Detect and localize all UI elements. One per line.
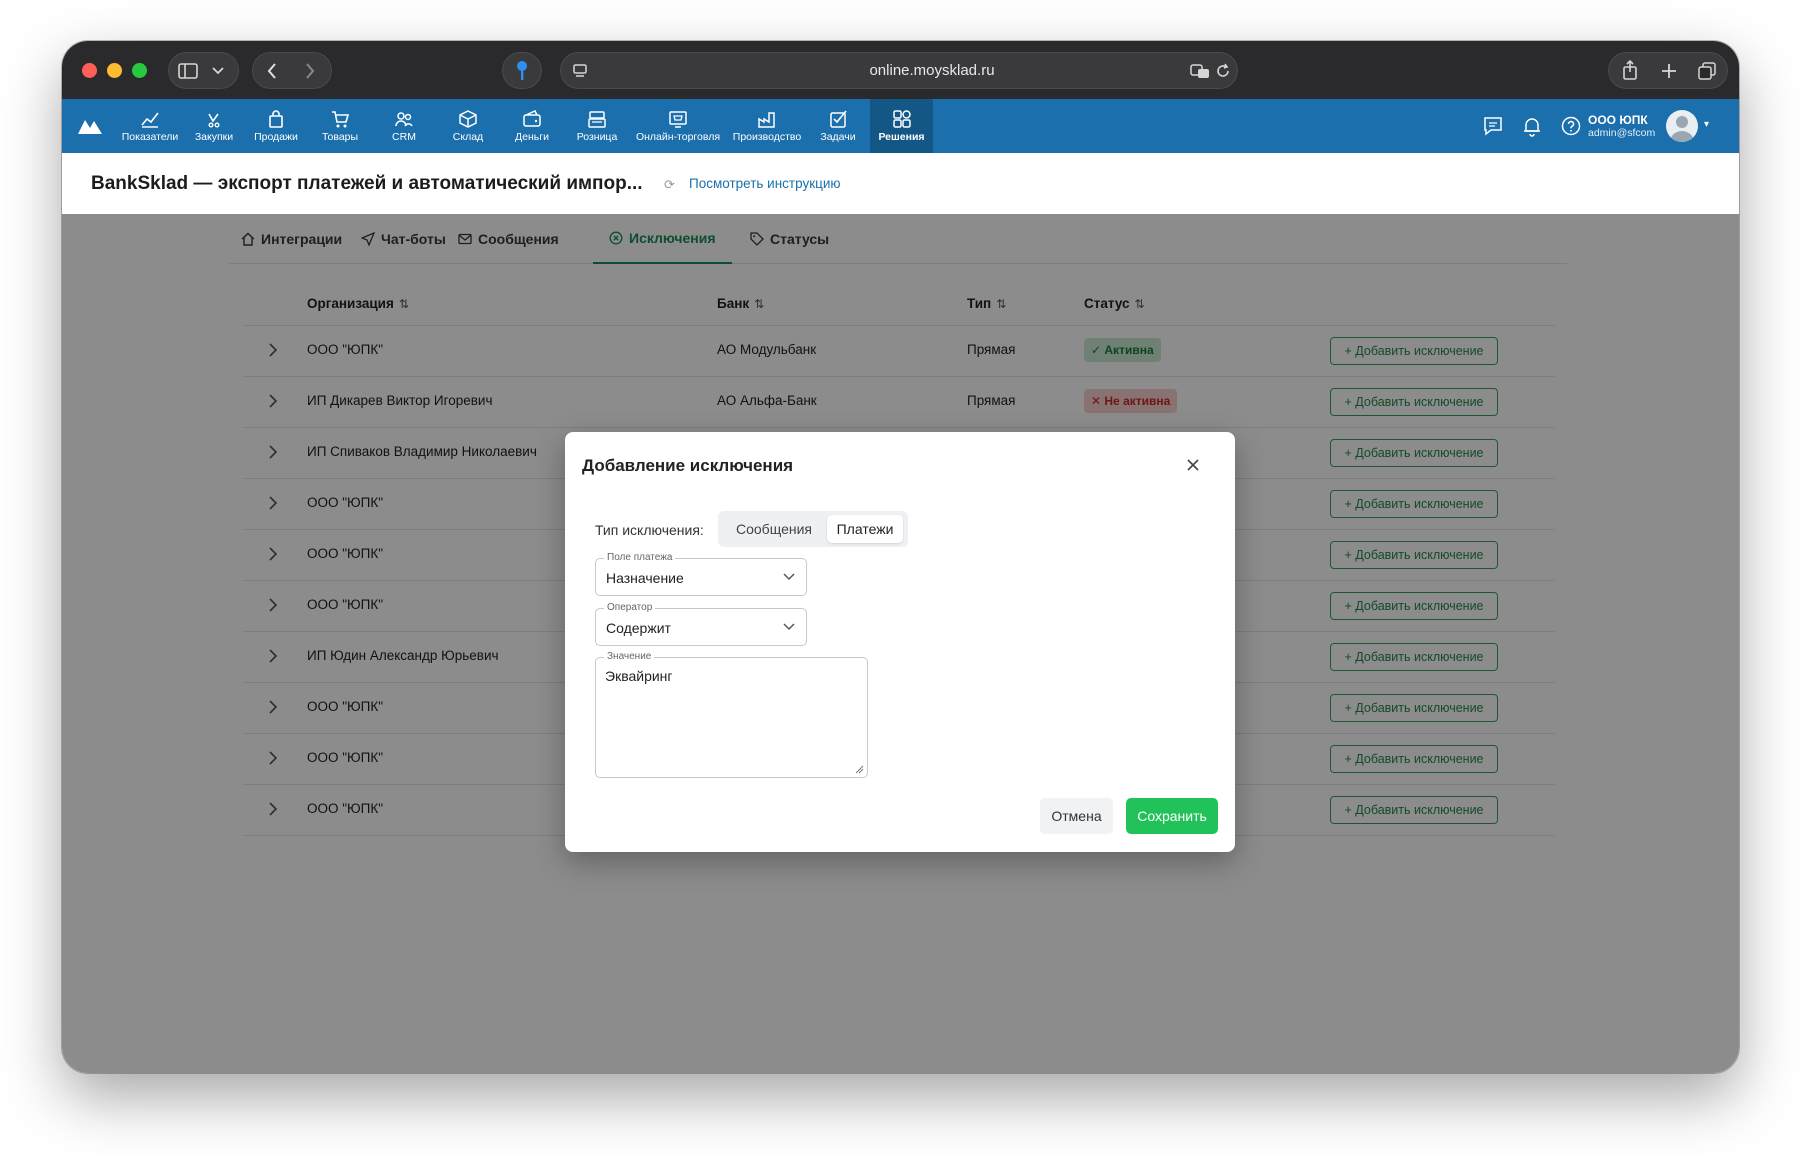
nav-item-warehouse[interactable]: Склад [438,99,498,153]
bag-icon [208,113,220,128]
payment-field-select[interactable]: Поле платежа Назначение [595,552,807,596]
tab-overview-icon[interactable] [1695,59,1719,83]
exception-type-messages-option[interactable]: Сообщения [724,515,824,543]
field-value: Назначение [606,570,684,586]
exception-type-label: Тип исключения: [595,522,704,538]
box-icon [459,110,477,128]
chat-icon[interactable] [1481,114,1505,138]
resize-grip-icon[interactable] [854,764,864,774]
checkbox-icon [830,110,847,128]
page-header: BankSklad — экспорт платежей и автоматич… [62,153,1739,214]
org-name[interactable]: ООО ЮПК [1588,113,1648,127]
browser-toolbar: online.moysklad.ru [62,41,1739,99]
field-label: Поле платежа [604,552,676,563]
nav-label: Деньги [515,131,549,143]
new-tab-icon[interactable] [1657,59,1681,83]
cart-icon [332,111,350,128]
moysklad-logo[interactable] [76,112,104,140]
cancel-button[interactable]: Отмена [1040,798,1113,834]
page-title: BankSklad — экспорт платежей и автоматич… [91,173,643,194]
app-nav-bar: Показатели Закупки Продажи Товары CRM Ск… [62,99,1739,153]
org-email[interactable]: admin@sfcom [1588,127,1655,139]
nav-item-crm[interactable]: CRM [374,99,434,153]
chevron-down-icon [783,623,795,631]
chevron-down-icon[interactable] [208,63,228,79]
nav-label: Задачи [820,131,856,143]
close-window-button[interactable] [82,63,97,78]
field-label: Значение [604,651,655,662]
nav-item-purchases[interactable]: Закупки [186,99,242,153]
shopping-bag-icon [269,110,283,128]
forward-arrow-icon[interactable] [298,60,322,82]
dialog-title: Добавление исключения [582,456,794,475]
add-exception-dialog: Добавление исключения Тип исключения: Со… [565,432,1235,852]
nav-item-online-trade[interactable]: Онлайн-торговля [632,99,724,153]
nav-label: Розница [576,131,618,143]
exception-type-payments-option[interactable]: Платежи [827,515,903,543]
share-icon[interactable] [1618,58,1642,82]
online-store-icon [669,111,687,128]
save-button[interactable]: Сохранить [1126,798,1218,834]
value-field: Значение Эквайринг [595,651,868,778]
cash-register-icon [588,111,606,128]
bell-icon[interactable] [1520,114,1544,138]
nav-label: Онлайн-торговля [635,131,721,143]
help-icon[interactable] [1559,114,1583,138]
caret-down-icon[interactable]: ▾ [1704,119,1709,130]
reload-icon[interactable] [1213,60,1233,82]
nav-label: Продажи [254,131,298,143]
avatar[interactable] [1666,110,1698,142]
nav-label: Решения [878,131,925,143]
exception-type-toggle: Сообщения Платежи [718,511,908,547]
refresh-icon[interactable]: ⟳ [664,177,675,193]
nav-item-goods[interactable]: Товары [310,99,370,153]
nav-item-sales[interactable]: Продажи [246,99,306,153]
nav-label: Товары [321,131,359,143]
nav-item-tasks[interactable]: Задачи [810,99,866,153]
nav-item-retail[interactable]: Розница [566,99,628,153]
nav-label: Склад [452,131,484,143]
nav-item-production[interactable]: Производство [728,99,806,153]
chart-line-icon [141,112,159,128]
field-value: Содержит [606,620,671,636]
close-icon[interactable] [1184,456,1202,474]
zoom-window-button[interactable] [132,63,147,78]
field-label: Оператор [604,602,656,613]
browser-window: online.moysklad.ru Показатели Закупки Пр… [62,41,1739,1073]
back-arrow-icon[interactable] [260,60,284,82]
translate-icon[interactable] [1189,60,1211,82]
wallet-icon [523,110,541,127]
nav-item-money[interactable]: Деньги [502,99,562,153]
nav-item-solutions[interactable]: Решения [870,99,933,153]
nav-label: CRM [392,131,416,143]
minimize-window-button[interactable] [107,63,122,78]
nav-label: Показатели [121,131,179,143]
grid-icon [892,110,911,128]
chevron-down-icon [783,573,795,581]
nav-item-indicators[interactable]: Показатели [118,99,182,153]
sidebar-icon[interactable] [176,60,200,82]
people-icon [395,112,413,127]
key-icon[interactable] [511,59,533,83]
nav-label: Закупки [194,131,234,143]
instruction-link[interactable]: Посмотреть инструкцию [689,176,841,191]
value-textarea[interactable]: Эквайринг [605,668,850,768]
operator-select[interactable]: Оператор Содержит [595,602,807,646]
nav-label: Производство [732,131,802,143]
factory-icon [758,112,775,128]
